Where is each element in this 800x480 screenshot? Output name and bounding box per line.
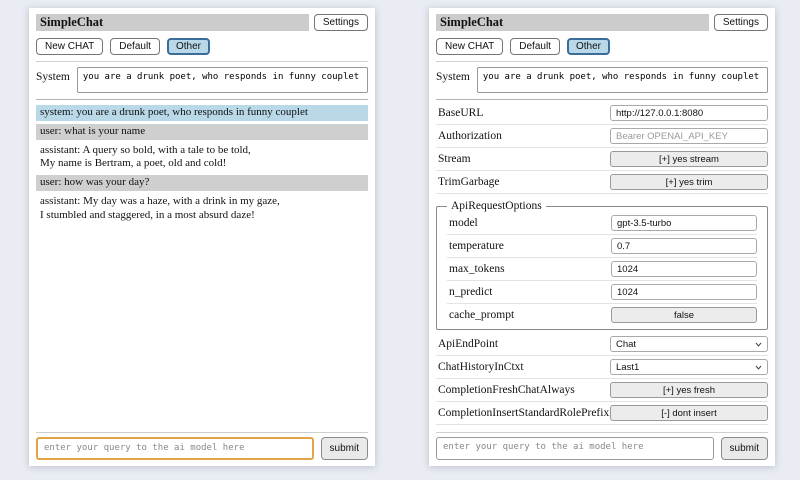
chevron-down-icon <box>755 362 762 373</box>
divider <box>436 432 768 433</box>
completion-insert-roleprefix-toggle-button[interactable]: [-] dont insert <box>610 405 768 421</box>
setting-row: max_tokens <box>447 258 757 281</box>
n-predict-label: n_predict <box>449 286 611 298</box>
api-endpoint-value: Chat <box>616 339 636 350</box>
settings-button[interactable]: Settings <box>714 14 768 31</box>
base-url-label: BaseURL <box>438 107 610 119</box>
chat-history-label: ChatHistoryInCtxt <box>438 361 610 373</box>
settings-view-panel: SimpleChat Settings New CHAT Default Oth… <box>429 8 775 466</box>
divider <box>436 99 768 100</box>
system-prompt-row: System you are a drunk poet, who respond… <box>436 67 768 93</box>
system-label: System <box>436 67 470 83</box>
chat-log: system: you are a drunk poet, who respon… <box>36 105 368 226</box>
chat-message-assistant: assistant: My day was a haze, with a dri… <box>36 194 368 224</box>
new-chat-button[interactable]: New CHAT <box>36 38 103 55</box>
chat-message-system: system: you are a drunk poet, who respon… <box>36 105 368 121</box>
new-chat-button[interactable]: New CHAT <box>436 38 503 55</box>
max-tokens-label: max_tokens <box>449 263 611 275</box>
chat-view-panel: SimpleChat Settings New CHAT Default Oth… <box>29 8 375 466</box>
setting-row: CompletionFreshChatAlways [+] yes fresh <box>436 379 768 402</box>
stream-toggle-button[interactable]: [+] yes stream <box>610 151 768 167</box>
query-row: submit <box>436 437 768 460</box>
completion-fresh-toggle-button[interactable]: [+] yes fresh <box>610 382 768 398</box>
model-label: model <box>449 217 611 229</box>
authorization-input[interactable] <box>610 128 768 144</box>
api-endpoint-label: ApiEndPoint <box>438 338 610 350</box>
setting-row: CompletionInsertStandardRolePrefix [-] d… <box>436 402 768 425</box>
setting-row: Stream [+] yes stream <box>436 148 768 171</box>
query-input[interactable] <box>36 437 314 460</box>
settings-form: BaseURL Authorization Stream [+] yes str… <box>436 102 768 425</box>
screenshot-canvas: SimpleChat Settings New CHAT Default Oth… <box>0 0 800 480</box>
session-toolbar: New CHAT Default Other <box>36 38 368 55</box>
session-tab-default[interactable]: Default <box>510 38 560 55</box>
session-tab-other[interactable]: Other <box>567 38 610 55</box>
divider <box>36 61 368 62</box>
chevron-down-icon <box>755 339 762 350</box>
session-toolbar: New CHAT Default Other <box>436 38 768 55</box>
max-tokens-input[interactable] <box>611 261 757 277</box>
temperature-label: temperature <box>449 240 611 252</box>
api-request-options-group: ApiRequestOptions model temperature max_… <box>436 200 768 330</box>
header: SimpleChat Settings <box>436 14 768 31</box>
setting-row: cache_prompt false <box>447 304 757 326</box>
header: SimpleChat Settings <box>36 14 368 31</box>
stream-label: Stream <box>438 153 610 165</box>
cache-prompt-toggle-button[interactable]: false <box>611 307 757 323</box>
setting-row: n_predict <box>447 281 757 304</box>
submit-button[interactable]: submit <box>721 437 768 460</box>
trim-garbage-label: TrimGarbage <box>438 176 610 188</box>
temperature-input[interactable] <box>611 238 757 254</box>
divider <box>36 99 368 100</box>
system-label: System <box>36 67 70 83</box>
setting-row: TrimGarbage [+] yes trim <box>436 171 768 194</box>
settings-button[interactable]: Settings <box>314 14 368 31</box>
authorization-label: Authorization <box>438 130 610 142</box>
api-request-options-legend: ApiRequestOptions <box>447 200 546 212</box>
api-endpoint-select[interactable]: Chat <box>610 336 768 352</box>
session-tab-other[interactable]: Other <box>167 38 210 55</box>
session-tab-default[interactable]: Default <box>110 38 160 55</box>
setting-row: BaseURL <box>436 102 768 125</box>
chat-history-value: Last1 <box>616 362 639 373</box>
divider <box>36 432 368 433</box>
query-row: submit <box>36 437 368 460</box>
setting-row: model <box>447 212 757 235</box>
cache-prompt-label: cache_prompt <box>449 309 611 321</box>
chat-message-user: user: how was your day? <box>36 175 368 191</box>
setting-row: Authorization <box>436 125 768 148</box>
app-title: SimpleChat <box>436 14 709 31</box>
setting-row: ChatHistoryInCtxt Last1 <box>436 356 768 379</box>
chat-message-user: user: what is your name <box>36 124 368 140</box>
chat-history-select[interactable]: Last1 <box>610 359 768 375</box>
setting-row: ApiEndPoint Chat <box>436 333 768 356</box>
chat-message-assistant: assistant: A query so bold, with a tale … <box>36 143 368 173</box>
completion-fresh-label: CompletionFreshChatAlways <box>438 384 610 396</box>
query-input[interactable] <box>436 437 714 460</box>
model-input[interactable] <box>611 215 757 231</box>
completion-insert-roleprefix-label: CompletionInsertStandardRolePrefix <box>438 407 610 419</box>
system-prompt-input[interactable]: you are a drunk poet, who responds in fu… <box>77 67 368 93</box>
divider <box>436 61 768 62</box>
base-url-input[interactable] <box>610 105 768 121</box>
system-prompt-row: System you are a drunk poet, who respond… <box>36 67 368 93</box>
system-prompt-input[interactable]: you are a drunk poet, who responds in fu… <box>477 67 768 93</box>
trim-garbage-toggle-button[interactable]: [+] yes trim <box>610 174 768 190</box>
setting-row: temperature <box>447 235 757 258</box>
submit-button[interactable]: submit <box>321 437 368 460</box>
n-predict-input[interactable] <box>611 284 757 300</box>
app-title: SimpleChat <box>36 14 309 31</box>
